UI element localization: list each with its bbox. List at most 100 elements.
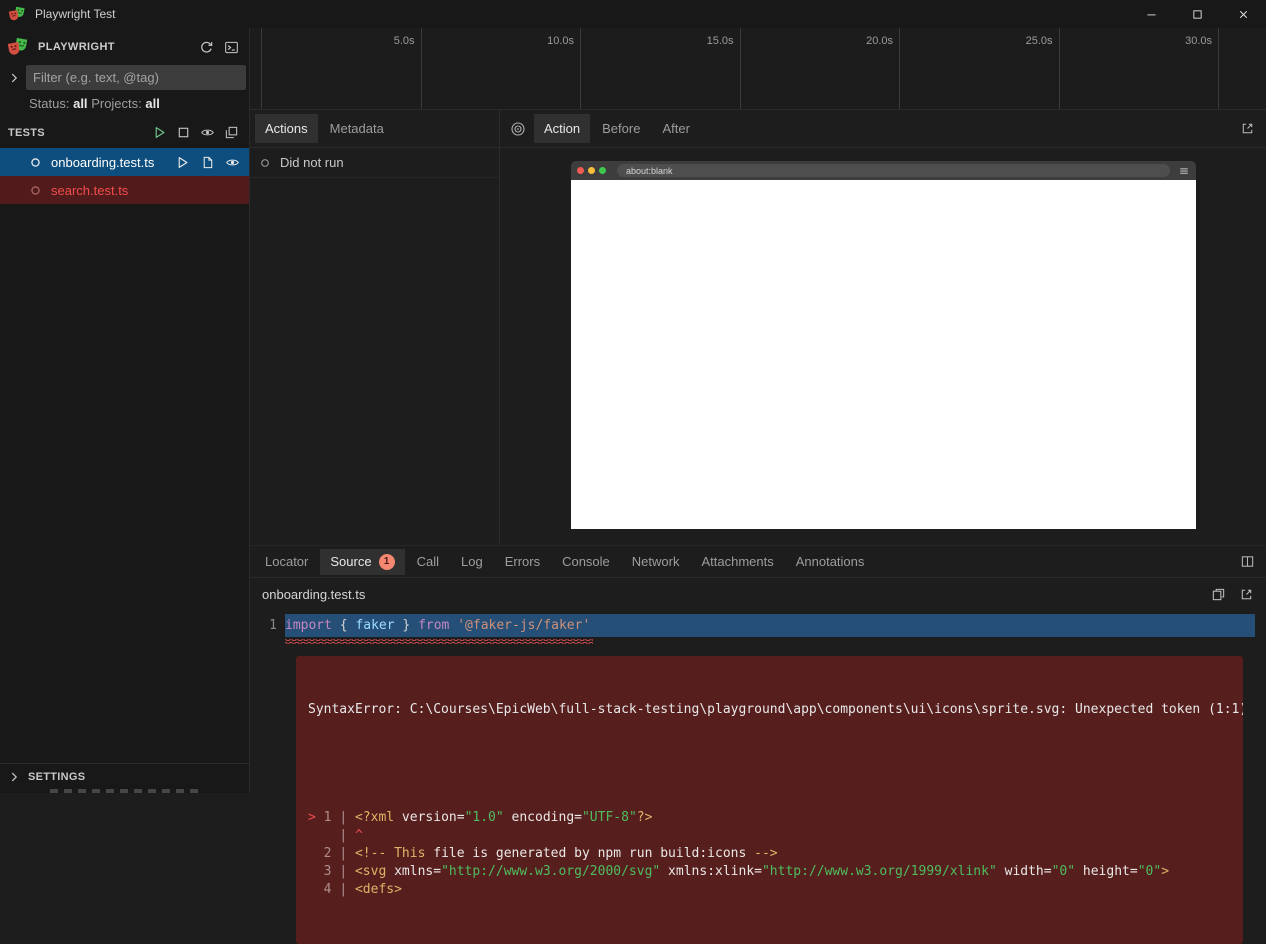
minimize-button[interactable] <box>1128 0 1174 28</box>
error-code-line: 2 | <!-- This file is generated by npm r… <box>308 845 1231 863</box>
tab-attachments[interactable]: Attachments <box>691 549 783 575</box>
sidebar-header: PLAYWRIGHT <box>0 32 249 62</box>
tab-locator[interactable]: Locator <box>255 549 318 575</box>
did-not-run-row[interactable]: Did not run <box>250 148 499 178</box>
filter-summary: Status: all Projects: all <box>0 91 249 116</box>
timeline-tick-label: 30.0s <box>1150 35 1212 47</box>
tests-title: TESTS <box>8 127 45 139</box>
terminal-icon[interactable] <box>224 40 239 55</box>
timeline-tick-label: 5.0s <box>353 35 415 47</box>
tests-section-header: TESTS <box>0 119 249 146</box>
source-code-area: 1 import { faker } from '@faker-js/faker… <box>250 612 1266 793</box>
popout-snapshot-icon[interactable] <box>1240 121 1255 136</box>
filter-input[interactable] <box>26 65 246 90</box>
traffic-light-red-icon <box>577 167 584 174</box>
projects-label: Projects: <box>91 96 142 111</box>
browser-snapshot: about:blank <box>571 161 1196 529</box>
test-row-actions <box>175 155 249 170</box>
line-number: 1 <box>250 618 285 633</box>
tab-label: Network <box>632 554 680 569</box>
snapshot-tabs: Action Before After <box>533 114 701 143</box>
timeline-tick-label: 10.0s <box>512 35 574 47</box>
scrollbar-artifact <box>50 789 200 793</box>
tab-network[interactable]: Network <box>622 549 690 575</box>
close-icon <box>1237 8 1250 21</box>
tab-after[interactable]: After <box>652 114 699 143</box>
actions-tab-bar: Actions Metadata <box>250 110 499 148</box>
menu-icon <box>1178 165 1190 177</box>
details-tabs: LocatorSource1CallLog Errors Console Networ… <box>254 549 875 575</box>
playwright-logo-icon <box>8 37 29 58</box>
status-circle-icon <box>259 157 271 169</box>
tab-call[interactable]: Call <box>407 549 449 575</box>
reload-tests-icon[interactable] <box>199 40 214 55</box>
error-message: SyntaxError: C:\Courses\EpicWeb\full-sta… <box>308 701 1231 719</box>
title-bar: Playwright Test <box>0 0 1266 28</box>
error-code-line: 4 | <defs> <box>308 881 1231 899</box>
tab-action[interactable]: Action <box>534 114 590 143</box>
tab-label: Annotations <box>796 554 865 569</box>
tab-before[interactable]: Before <box>592 114 650 143</box>
playwright-logo-icon <box>9 6 26 23</box>
tab-label: Before <box>602 121 640 136</box>
test-file-row-search-test-ts[interactable]: search.test.ts <box>0 176 249 204</box>
chevron-right-icon[interactable] <box>7 71 21 85</box>
test-status-circle-icon <box>29 184 42 197</box>
timeline-gridline <box>740 28 741 109</box>
tab-source[interactable]: Source1 <box>320 549 404 575</box>
tab-label: Errors <box>505 554 540 569</box>
traffic-light-yellow-icon <box>588 167 595 174</box>
source-line-code: import { faker } from '@faker-js/faker' <box>285 614 1255 637</box>
details-tab-bar: LocatorSource1CallLog Errors Console Networ… <box>250 546 1266 578</box>
settings-section-header[interactable]: SETTINGS <box>0 763 249 790</box>
test-status-circle-icon <box>29 156 42 169</box>
maximize-button[interactable] <box>1174 0 1220 28</box>
run-test-icon[interactable] <box>175 155 190 170</box>
tab-log[interactable]: Log <box>451 549 493 575</box>
tab-errors[interactable]: Errors <box>495 549 550 575</box>
tab-console[interactable]: Console <box>552 549 620 575</box>
status-value: all <box>73 96 87 111</box>
snapshot-pane: Action Before After about:blank <box>500 110 1266 545</box>
timeline[interactable]: 5.0s10.0s15.0s20.0s25.0s30.0s <box>250 28 1266 110</box>
did-not-run-label: Did not run <box>280 155 344 170</box>
actions-pane: Actions Metadata Did not run <box>250 110 500 545</box>
tab-label: Console <box>562 554 610 569</box>
window-title: Playwright Test <box>35 7 115 21</box>
split-view-icon[interactable] <box>1240 554 1255 569</box>
run-all-icon[interactable] <box>152 125 167 140</box>
test-file-row-onboarding-test-ts[interactable]: onboarding.test.ts <box>0 148 249 176</box>
timeline-gridline <box>580 28 581 109</box>
tab-label: Actions <box>265 121 308 136</box>
timeline-gridline <box>261 28 262 109</box>
error-code-frame: > 1 | <?xml version="1.0" encoding="UTF-… <box>308 809 1231 899</box>
snapshot-tab-bar: Action Before After <box>500 110 1266 148</box>
page-content <box>571 180 1196 529</box>
watch-test-icon[interactable] <box>225 155 240 170</box>
minimize-icon <box>1145 8 1158 21</box>
projects-value: all <box>145 96 159 111</box>
address-bar: about:blank <box>617 164 1170 177</box>
tab-label: Metadata <box>330 121 384 136</box>
tab-metadata[interactable]: Metadata <box>320 114 394 143</box>
window-controls <box>1128 0 1266 28</box>
browser-chrome-bar: about:blank <box>571 161 1196 180</box>
test-file-list: onboarding.test.tssearch.test.ts <box>0 148 249 204</box>
error-code-line: > 1 | <?xml version="1.0" encoding="UTF-… <box>308 809 1231 827</box>
timeline-tick-label: 20.0s <box>831 35 893 47</box>
close-button[interactable] <box>1220 0 1266 28</box>
error-blank-line <box>308 755 1231 773</box>
stop-icon[interactable] <box>176 125 191 140</box>
watch-all-icon[interactable] <box>200 125 215 140</box>
sidebar-title: PLAYWRIGHT <box>38 41 115 53</box>
tab-actions[interactable]: Actions <box>255 114 318 143</box>
collapse-all-icon[interactable] <box>224 125 239 140</box>
copy-icon[interactable] <box>1211 587 1226 602</box>
open-source-icon[interactable] <box>200 155 215 170</box>
target-icon[interactable] <box>510 121 526 137</box>
popout-source-icon[interactable] <box>1239 587 1254 602</box>
traffic-light-green-icon <box>599 167 606 174</box>
error-code-line: | ^ <box>308 827 1231 845</box>
maximize-icon <box>1191 8 1204 21</box>
tab-annotations[interactable]: Annotations <box>786 549 875 575</box>
